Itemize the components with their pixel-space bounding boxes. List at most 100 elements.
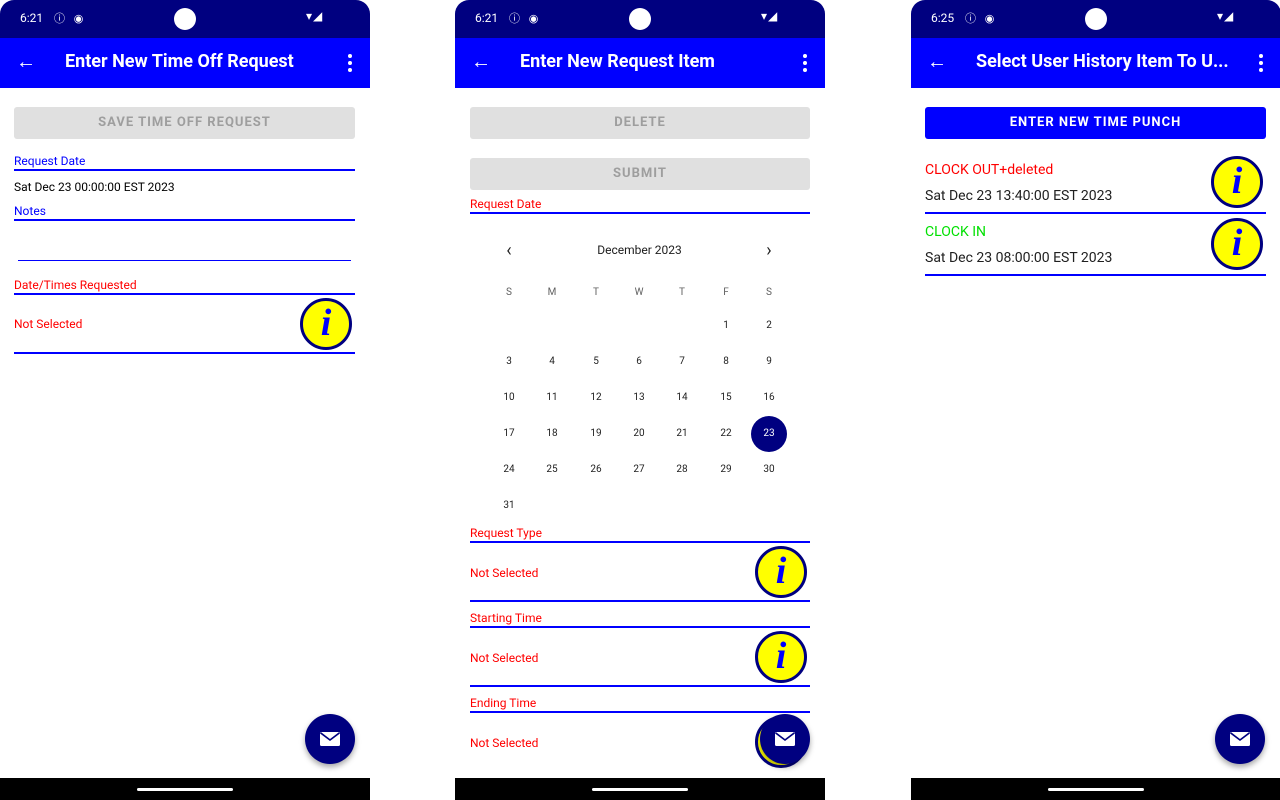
ending-time-label: Ending Time bbox=[470, 695, 810, 713]
status-time: 6:25 bbox=[931, 11, 955, 25]
camera-cutout bbox=[629, 8, 651, 30]
phone-screen-new-request-item: 6:21 ⓘ ◉ ▾◢ ← Enter New Request Item DEL… bbox=[455, 0, 825, 800]
calendar-day[interactable]: 6 bbox=[621, 344, 657, 380]
ending-time-value: Not Selected bbox=[470, 736, 539, 750]
notes-input[interactable] bbox=[18, 236, 351, 256]
calendar-day[interactable]: 26 bbox=[578, 452, 614, 488]
calendar-day[interactable]: 12 bbox=[578, 380, 614, 416]
calendar-day[interactable]: 7 bbox=[664, 344, 700, 380]
divider bbox=[470, 600, 810, 602]
starting-time-label: Starting Time bbox=[470, 610, 810, 628]
next-month-icon[interactable]: › bbox=[757, 240, 781, 264]
calendar-day[interactable]: 17 bbox=[491, 416, 527, 452]
request-date-label: Request Date bbox=[14, 153, 355, 171]
app-bar: ← Select User History Item To U... bbox=[911, 38, 1280, 88]
calendar-day[interactable]: 21 bbox=[664, 416, 700, 452]
back-arrow-icon[interactable]: ← bbox=[925, 49, 949, 73]
back-arrow-icon[interactable]: ← bbox=[469, 49, 493, 73]
date-times-requested-value: Not Selected bbox=[14, 317, 83, 331]
calendar-day[interactable]: 31 bbox=[491, 488, 527, 524]
notification-icons: ⓘ ◉ bbox=[965, 12, 998, 25]
calendar-day[interactable]: 30 bbox=[751, 452, 787, 488]
history-item-time: Sat Dec 23 08:00:00 EST 2023 bbox=[925, 250, 1113, 266]
status-bar: 6:21 ⓘ ◉ ▾◢ bbox=[0, 0, 370, 38]
mail-fab-button[interactable] bbox=[305, 714, 355, 764]
weekday-label: S bbox=[766, 287, 772, 298]
history-item-title: CLOCK OUT+deleted bbox=[925, 162, 1054, 178]
info-icon[interactable]: i bbox=[1211, 218, 1263, 270]
calendar-day[interactable]: 5 bbox=[578, 344, 614, 380]
calendar-day[interactable]: 16 bbox=[751, 380, 787, 416]
request-date-value[interactable]: Sat Dec 23 00:00:00 EST 2023 bbox=[14, 180, 175, 194]
home-handle[interactable] bbox=[137, 788, 233, 791]
weekday-label: M bbox=[547, 287, 557, 298]
calendar-day[interactable]: 22 bbox=[708, 416, 744, 452]
nav-bar bbox=[911, 778, 1280, 800]
calendar-day[interactable]: 1 bbox=[708, 308, 744, 344]
calendar-day[interactable]: 25 bbox=[534, 452, 570, 488]
app-bar: ← Enter New Time Off Request bbox=[0, 38, 370, 88]
more-vert-icon[interactable] bbox=[340, 51, 360, 75]
back-arrow-icon[interactable]: ← bbox=[14, 49, 38, 73]
divider bbox=[14, 352, 355, 354]
home-handle[interactable] bbox=[592, 788, 688, 791]
home-handle[interactable] bbox=[1048, 788, 1144, 791]
divider bbox=[470, 685, 810, 687]
submit-button[interactable]: SUBMIT bbox=[470, 158, 810, 190]
more-vert-icon[interactable] bbox=[795, 51, 815, 75]
notes-label: Notes bbox=[14, 203, 355, 221]
info-icon[interactable]: i bbox=[1211, 156, 1263, 208]
status-bar: 6:21 ⓘ ◉ ▾◢ bbox=[455, 0, 825, 38]
calendar-day[interactable]: 11 bbox=[534, 380, 570, 416]
request-type-value: Not Selected bbox=[470, 566, 539, 580]
calendar-day[interactable]: 15 bbox=[708, 380, 744, 416]
calendar-day[interactable]: 9 bbox=[751, 344, 787, 380]
calendar-day[interactable]: 27 bbox=[621, 452, 657, 488]
mail-icon bbox=[1230, 732, 1250, 746]
signal-icons: ▾◢ bbox=[761, 9, 779, 23]
more-vert-icon[interactable] bbox=[1251, 51, 1271, 75]
calendar-day[interactable]: 19 bbox=[578, 416, 614, 452]
calendar-header: ‹ December 2023 › bbox=[469, 240, 810, 264]
info-icon[interactable]: i bbox=[300, 298, 352, 350]
status-time: 6:21 bbox=[475, 11, 499, 25]
calendar-day[interactable]: 10 bbox=[491, 380, 527, 416]
camera-cutout bbox=[1085, 8, 1107, 30]
status-bar: 6:25 ⓘ ◉ ▾◢ bbox=[911, 0, 1280, 38]
info-icon[interactable]: i bbox=[755, 546, 807, 598]
weekday-label: S bbox=[506, 287, 512, 298]
enter-new-time-punch-button[interactable]: ENTER NEW TIME PUNCH bbox=[925, 107, 1266, 139]
notification-icons: ⓘ ◉ bbox=[54, 12, 87, 25]
calendar-day[interactable]: 28 bbox=[664, 452, 700, 488]
calendar-day[interactable]: 13 bbox=[621, 380, 657, 416]
notification-icons: ⓘ ◉ bbox=[509, 12, 542, 25]
mail-fab-button[interactable] bbox=[760, 714, 810, 764]
calendar-day[interactable]: 4 bbox=[534, 344, 570, 380]
request-type-label: Request Type bbox=[470, 525, 810, 543]
page-title: Enter New Time Off Request bbox=[65, 51, 294, 72]
nav-bar bbox=[0, 778, 370, 800]
date-times-requested-label: Date/Times Requested bbox=[14, 277, 355, 295]
delete-button[interactable]: DELETE bbox=[470, 107, 810, 139]
divider bbox=[925, 274, 1266, 276]
phone-screen-time-off-request: 6:21 ⓘ ◉ ▾◢ ← Enter New Time Off Request… bbox=[0, 0, 370, 800]
page-title: Select User History Item To U... bbox=[976, 51, 1229, 72]
starting-time-value: Not Selected bbox=[470, 651, 539, 665]
calendar-day[interactable]: 3 bbox=[491, 344, 527, 380]
calendar-day[interactable]: 24 bbox=[491, 452, 527, 488]
info-icon[interactable]: i bbox=[755, 631, 807, 683]
save-time-off-request-button[interactable]: SAVE TIME OFF REQUEST bbox=[14, 107, 355, 139]
camera-cutout bbox=[174, 8, 196, 30]
status-time: 6:21 bbox=[20, 11, 44, 25]
calendar-day[interactable]: 14 bbox=[664, 380, 700, 416]
nav-bar bbox=[455, 778, 825, 800]
calendar-day[interactable]: 18 bbox=[534, 416, 570, 452]
mail-fab-button[interactable] bbox=[1215, 714, 1265, 764]
history-item-title: CLOCK IN bbox=[925, 224, 987, 240]
calendar-day[interactable]: 20 bbox=[621, 416, 657, 452]
calendar-day[interactable]: 29 bbox=[708, 452, 744, 488]
phone-screen-user-history: 6:25 ⓘ ◉ ▾◢ ← Select User History Item T… bbox=[911, 0, 1280, 800]
calendar-day-selected[interactable]: 23 bbox=[751, 416, 787, 452]
calendar-day[interactable]: 8 bbox=[708, 344, 744, 380]
calendar-day[interactable]: 2 bbox=[751, 308, 787, 344]
